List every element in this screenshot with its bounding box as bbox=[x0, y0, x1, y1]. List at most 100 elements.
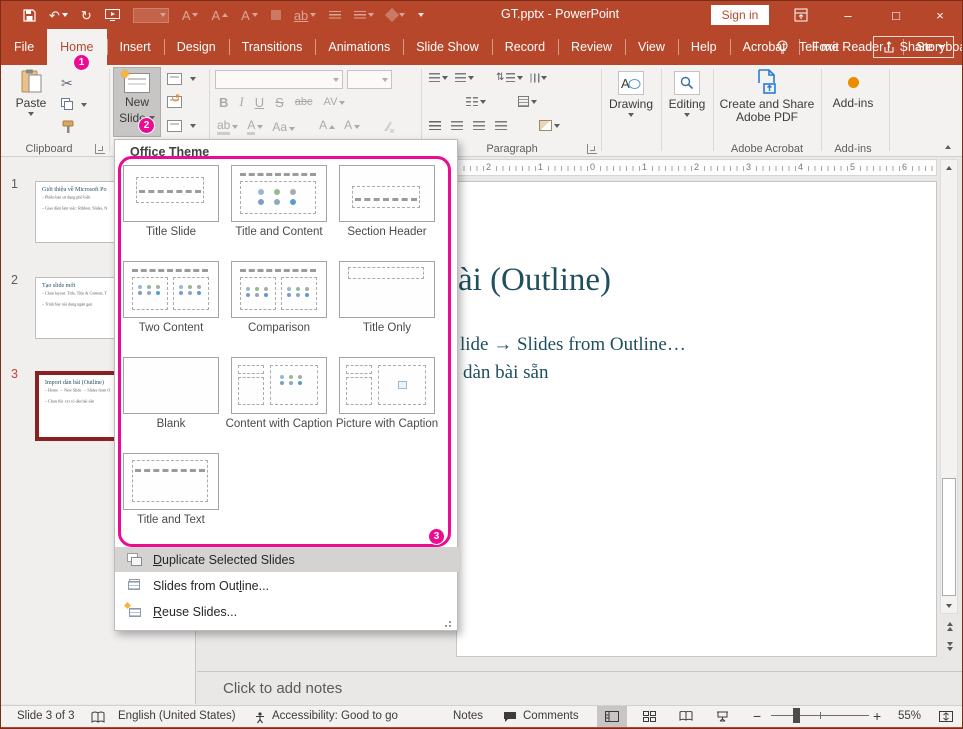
layout-thumbnail bbox=[231, 165, 327, 222]
menu-item-reuse-slides[interactable]: Reuse Slides... bbox=[115, 599, 459, 624]
shape-fill-icon bbox=[387, 10, 405, 20]
menu-item-label: Slides from Outline... bbox=[153, 579, 269, 593]
layout-button[interactable] bbox=[167, 73, 196, 85]
close-button[interactable]: × bbox=[923, 1, 957, 29]
layout-section-header[interactable]: Section Header bbox=[339, 165, 435, 222]
tab-slide-show[interactable]: Slide Show bbox=[403, 29, 492, 65]
shrink-font-icon: A bbox=[241, 9, 258, 22]
tab-view[interactable]: View bbox=[625, 29, 678, 65]
slide-number: 2 bbox=[11, 273, 18, 287]
next-slide-button[interactable] bbox=[942, 638, 957, 654]
accessibility-status[interactable]: Accessibility: Good to go bbox=[272, 710, 398, 722]
reset-button[interactable]: ↺ bbox=[167, 96, 182, 108]
tab-help[interactable]: Help bbox=[678, 29, 730, 65]
layout-picture-with-caption[interactable]: Picture with Caption bbox=[339, 357, 435, 414]
tab-record[interactable]: Record bbox=[492, 29, 558, 65]
numbering-button[interactable] bbox=[455, 73, 474, 83]
bullets-button[interactable] bbox=[429, 73, 448, 83]
slide-sorter-view-button[interactable] bbox=[634, 706, 664, 727]
align-right-icon[interactable] bbox=[473, 121, 485, 131]
previous-slide-button[interactable] bbox=[942, 618, 957, 634]
layout-thumbnail bbox=[123, 453, 219, 510]
tell-me-label[interactable]: Tell me bbox=[799, 40, 839, 54]
normal-view-button[interactable] bbox=[597, 706, 627, 727]
ruler-number: 2 bbox=[484, 162, 493, 172]
cut-icon[interactable]: ✂ bbox=[61, 75, 73, 92]
fit-to-window-icon[interactable] bbox=[931, 706, 961, 727]
scroll-up-icon[interactable] bbox=[941, 160, 957, 175]
slide-show-button[interactable] bbox=[707, 706, 737, 727]
accessibility-icon[interactable] bbox=[253, 711, 267, 724]
comments-icon[interactable] bbox=[503, 711, 517, 723]
layout-comparison[interactable]: Comparison bbox=[231, 261, 327, 318]
section-button[interactable] bbox=[167, 120, 196, 132]
copy-icon[interactable] bbox=[61, 98, 74, 110]
layout-blank[interactable]: Blank bbox=[123, 357, 219, 414]
align-left-icon[interactable] bbox=[429, 121, 441, 131]
titlebar: ↶ ↻ A A A ab GT.pptx - PowerPoint Sign i… bbox=[1, 1, 962, 29]
share-button[interactable]: Share bbox=[873, 36, 954, 58]
notes-pane[interactable]: Click to add notes bbox=[197, 672, 963, 705]
line-spacing-button[interactable]: ⇅ bbox=[496, 72, 523, 83]
start-slideshow-icon[interactable] bbox=[105, 9, 120, 21]
tab-review[interactable]: Review bbox=[558, 29, 625, 65]
paragraph-dialog-launcher-icon[interactable] bbox=[587, 144, 597, 154]
slide-canvas[interactable]: ài (Outline) lide → Slides from Outline…… bbox=[456, 181, 937, 657]
create-and-share-adobe-pdf-button[interactable]: Create and Share Adobe PDF bbox=[717, 69, 817, 124]
sign-in-button[interactable]: Sign in bbox=[711, 5, 769, 25]
paste-button[interactable]: Paste bbox=[9, 69, 53, 116]
zoom-level[interactable]: 55% bbox=[898, 710, 921, 722]
spell-check-icon[interactable] bbox=[91, 711, 105, 724]
vertical-scrollbar[interactable] bbox=[940, 159, 958, 614]
share-label: Share bbox=[900, 40, 933, 54]
text-direction-button[interactable] bbox=[530, 73, 547, 83]
scrollbar-thumb[interactable] bbox=[942, 478, 956, 596]
customize-qat-icon[interactable] bbox=[418, 13, 424, 17]
notes-status-label[interactable]: Notes bbox=[453, 710, 483, 722]
copy-dropdown-icon[interactable] bbox=[81, 103, 87, 107]
columns-button[interactable] bbox=[466, 97, 486, 107]
tab-transitions[interactable]: Transitions bbox=[229, 29, 316, 65]
status-bar: Slide 3 of 3 English (United States) Acc… bbox=[1, 705, 962, 727]
add-ins-button[interactable]: Add-ins bbox=[825, 73, 881, 110]
slide-number: 3 bbox=[11, 367, 18, 381]
zoom-in-button[interactable]: + bbox=[873, 708, 881, 724]
layout-two-content[interactable]: Two Content bbox=[123, 261, 219, 318]
editing-button[interactable]: Editing bbox=[665, 71, 709, 117]
align-text-button[interactable] bbox=[518, 96, 537, 107]
drawing-button[interactable]: A Drawing bbox=[605, 71, 657, 117]
layout-title-slide[interactable]: Title Slide bbox=[123, 165, 219, 222]
layout-label: Content with Caption bbox=[223, 418, 335, 431]
tab-file[interactable]: File bbox=[1, 29, 47, 65]
layout-content-with-caption[interactable]: Content with Caption bbox=[231, 357, 327, 414]
menu-item-slides-from-outline[interactable]: Slides from Outline... bbox=[115, 573, 459, 598]
format-painter-icon[interactable] bbox=[61, 120, 75, 134]
save-icon[interactable] bbox=[23, 9, 36, 22]
menu-item-duplicate-selected-slides[interactable]: Duplicate Selected Slides bbox=[115, 547, 459, 572]
justify-icon[interactable] bbox=[495, 121, 507, 131]
tab-design[interactable]: Design bbox=[164, 29, 229, 65]
collapse-ribbon-icon[interactable] bbox=[945, 145, 951, 149]
zoom-slider-thumb[interactable] bbox=[793, 708, 800, 723]
language-indicator[interactable]: English (United States) bbox=[118, 710, 236, 722]
convert-to-smartart-button[interactable] bbox=[539, 120, 560, 131]
zoom-out-button[interactable]: − bbox=[753, 708, 761, 724]
ribbon-display-options-icon[interactable] bbox=[784, 1, 818, 29]
minimize-button[interactable]: – bbox=[831, 1, 865, 29]
tab-animations[interactable]: Animations bbox=[315, 29, 403, 65]
align-center-icon[interactable] bbox=[451, 121, 463, 131]
scroll-down-icon[interactable] bbox=[941, 598, 957, 613]
clear-formatting-icon bbox=[382, 121, 395, 133]
reading-view-button[interactable] bbox=[671, 706, 701, 727]
layout-title-and-text[interactable]: Title and Text bbox=[123, 453, 219, 510]
clipboard-dialog-launcher-icon[interactable] bbox=[95, 144, 105, 154]
layout-title-and-content[interactable]: Title and Content bbox=[231, 165, 327, 222]
resize-grip[interactable] bbox=[443, 619, 451, 627]
tab-insert[interactable]: Insert bbox=[107, 29, 164, 65]
maximize-button[interactable]: □ bbox=[879, 1, 913, 29]
layout-title-only[interactable]: Title Only bbox=[339, 261, 435, 318]
annotation-step-3-badge: 3 bbox=[428, 528, 445, 545]
redo-button[interactable]: ↻ bbox=[81, 9, 92, 22]
undo-button[interactable]: ↶ bbox=[49, 9, 68, 22]
comments-label[interactable]: Comments bbox=[523, 710, 579, 722]
